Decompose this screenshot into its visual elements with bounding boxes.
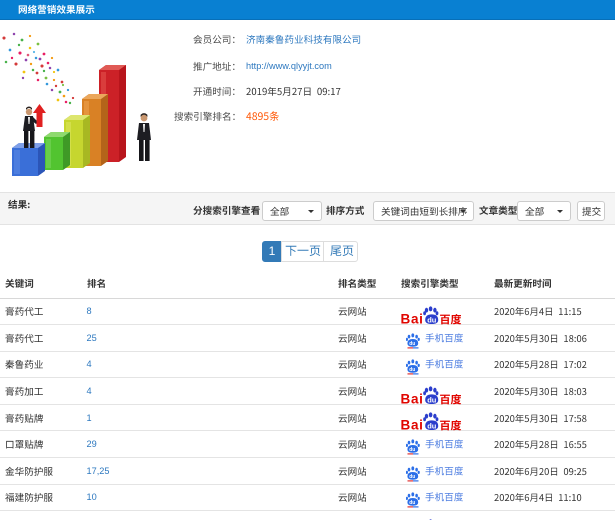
svg-text:du: du: [409, 367, 415, 373]
svg-text:Bai: Bai: [401, 311, 424, 325]
svg-text:du: du: [409, 447, 415, 453]
svg-text:du: du: [409, 474, 415, 480]
svg-text:Bai: Bai: [401, 391, 424, 405]
svg-text:du: du: [427, 315, 437, 324]
svg-text:du: du: [409, 500, 415, 506]
svg-text:Bai: Bai: [401, 418, 424, 432]
svg-text:du: du: [409, 341, 415, 347]
svg-text:du: du: [427, 421, 437, 430]
svg-text:du: du: [427, 395, 437, 404]
